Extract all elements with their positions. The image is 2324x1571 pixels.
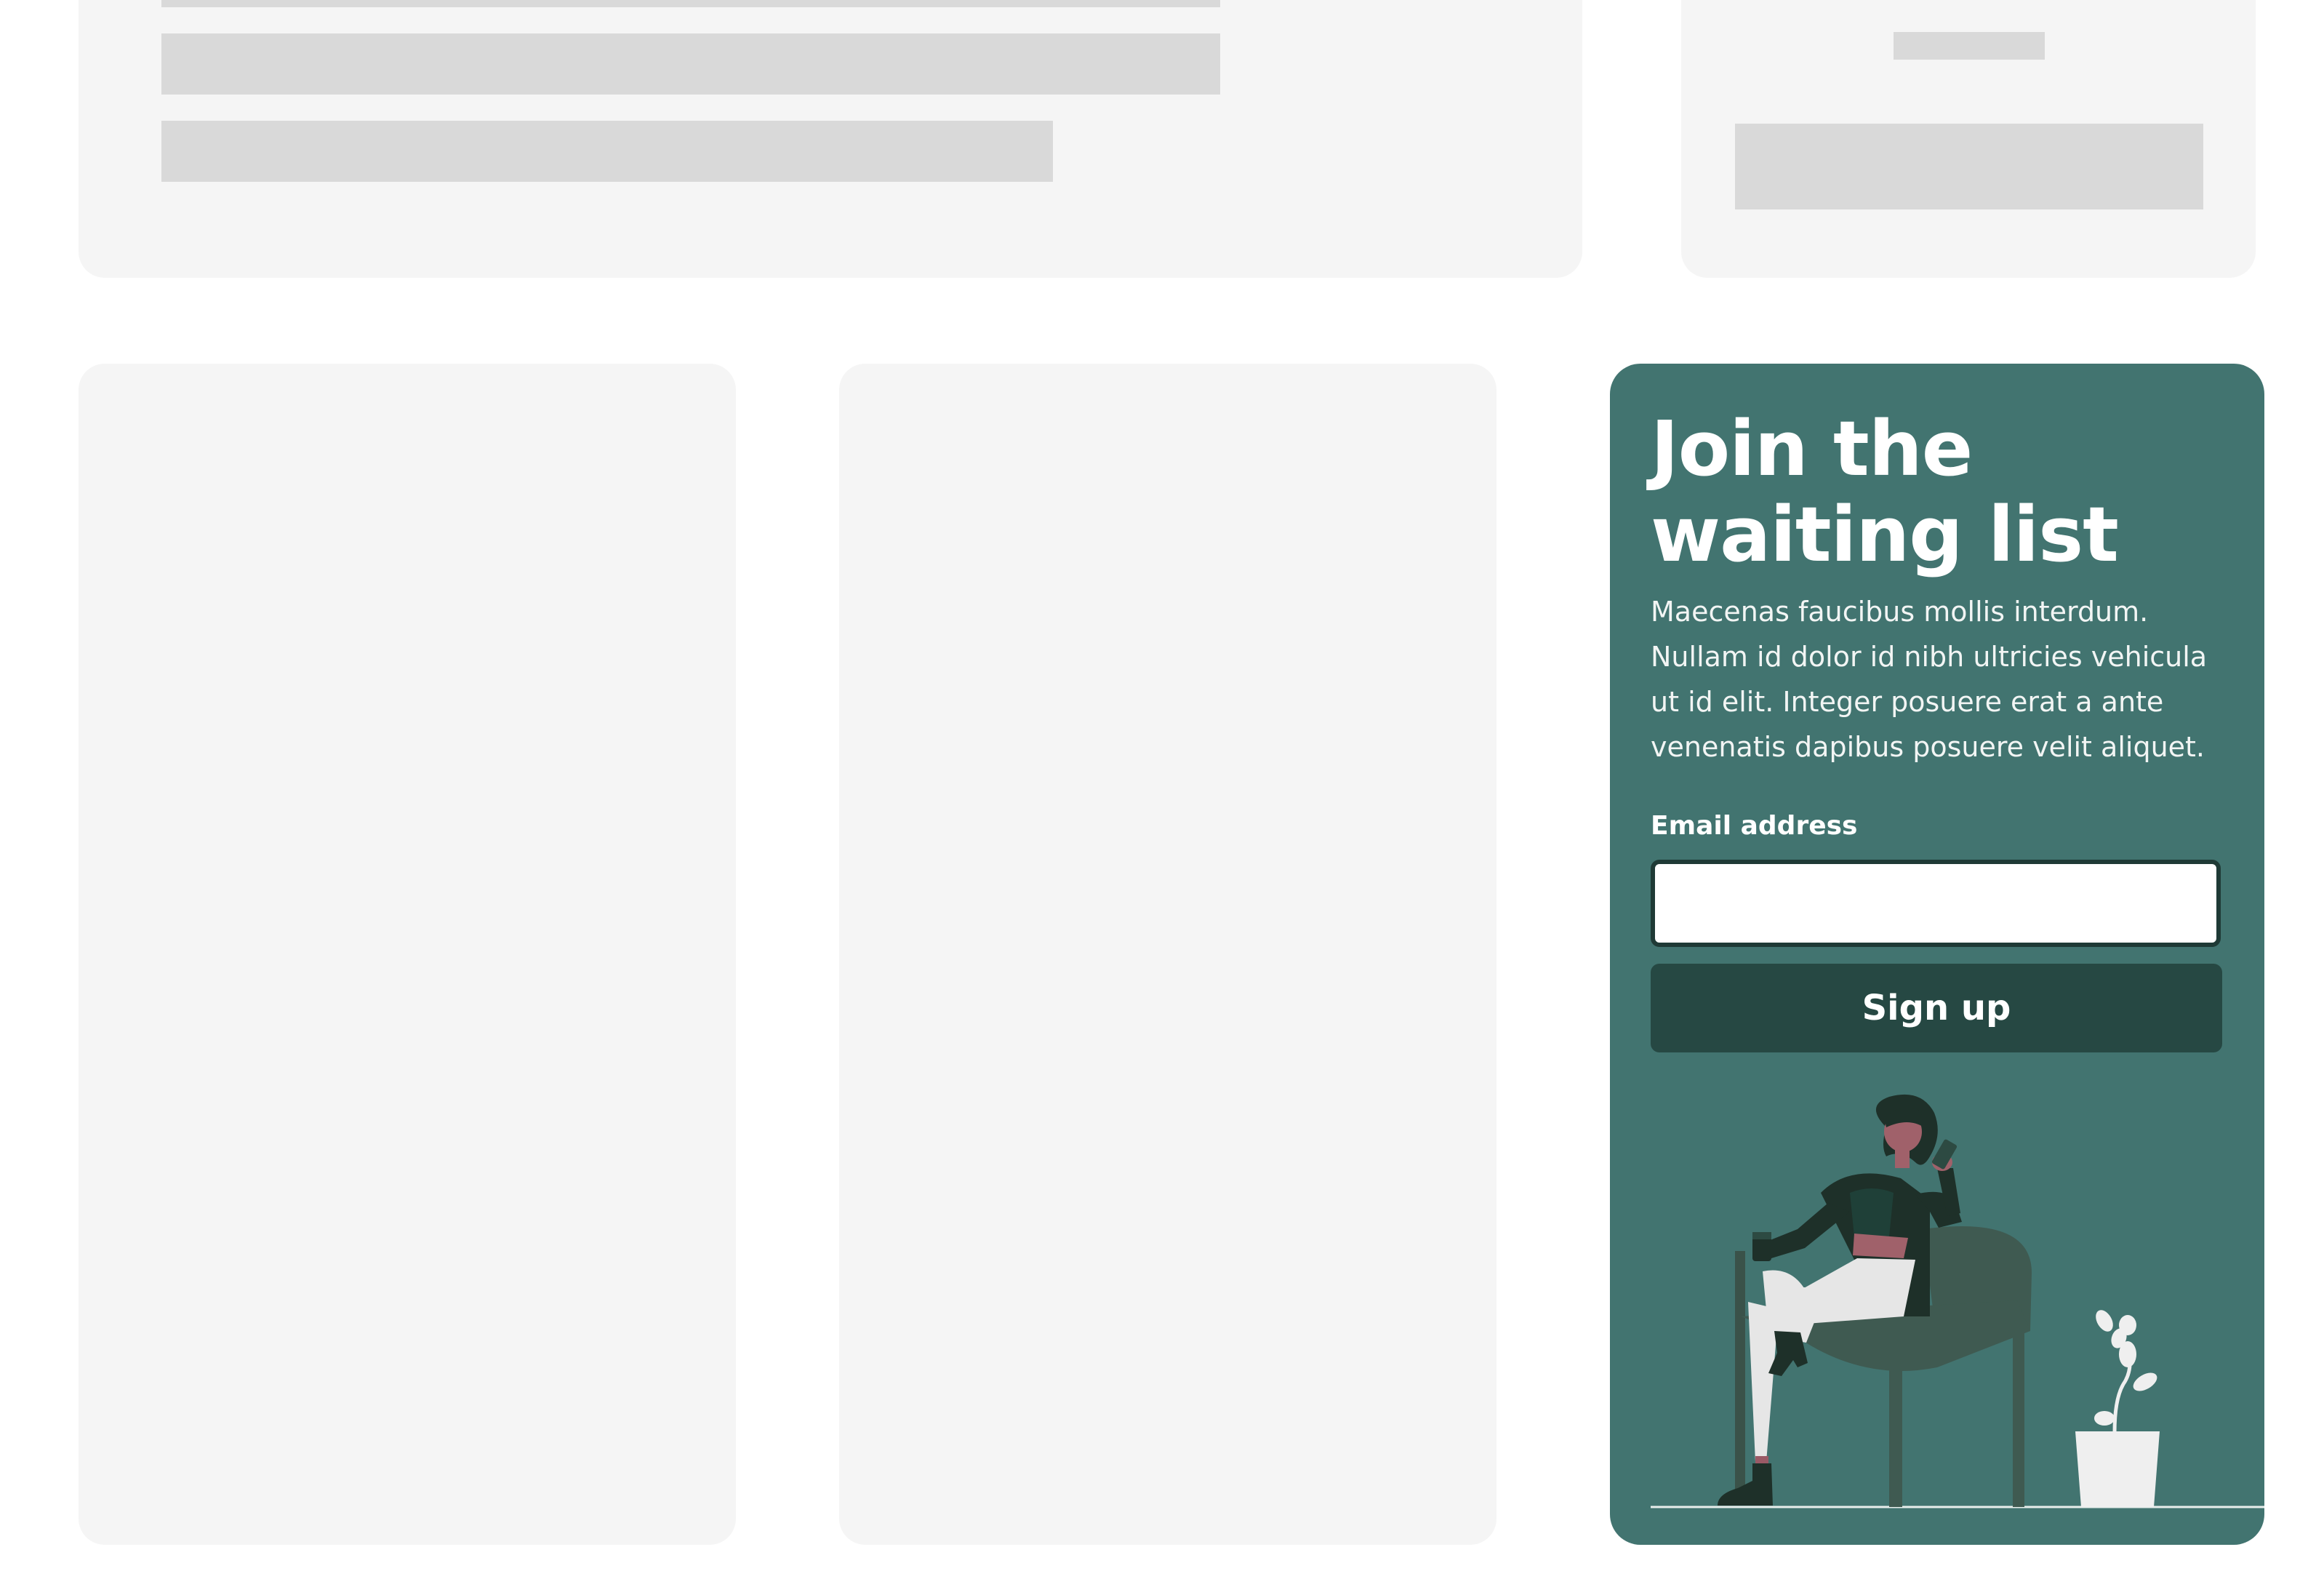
potted-plant-icon — [2075, 1310, 2160, 1507]
email-label: Email address — [1651, 811, 1858, 841]
waitlist-description: Maecenas faucibus mollis interdum. Nulla… — [1651, 596, 2208, 763]
waitlist-title: Join the waiting list — [1651, 404, 2119, 579]
placeholder-card-top-right — [1681, 0, 2256, 278]
placeholder-card-bottom-left — [79, 364, 736, 1545]
waitlist-card: Join the waiting list Maecenas faucibus … — [1610, 364, 2264, 1545]
placeholder-block — [1735, 124, 2203, 209]
placeholder-line — [161, 0, 1220, 7]
placeholder-line — [161, 121, 1053, 182]
placeholder-card-top-left — [79, 0, 1582, 278]
signup-button[interactable]: Sign up — [1651, 964, 2222, 1052]
woman-sitting-in-chair-with-phone-illustration — [1651, 1094, 2264, 1508]
email-input[interactable] — [1651, 860, 2221, 947]
placeholder-line — [161, 33, 1220, 95]
woman-figure-icon — [1718, 1094, 1962, 1506]
placeholder-card-bottom-middle — [839, 364, 1496, 1545]
placeholder-line — [1894, 32, 2045, 60]
